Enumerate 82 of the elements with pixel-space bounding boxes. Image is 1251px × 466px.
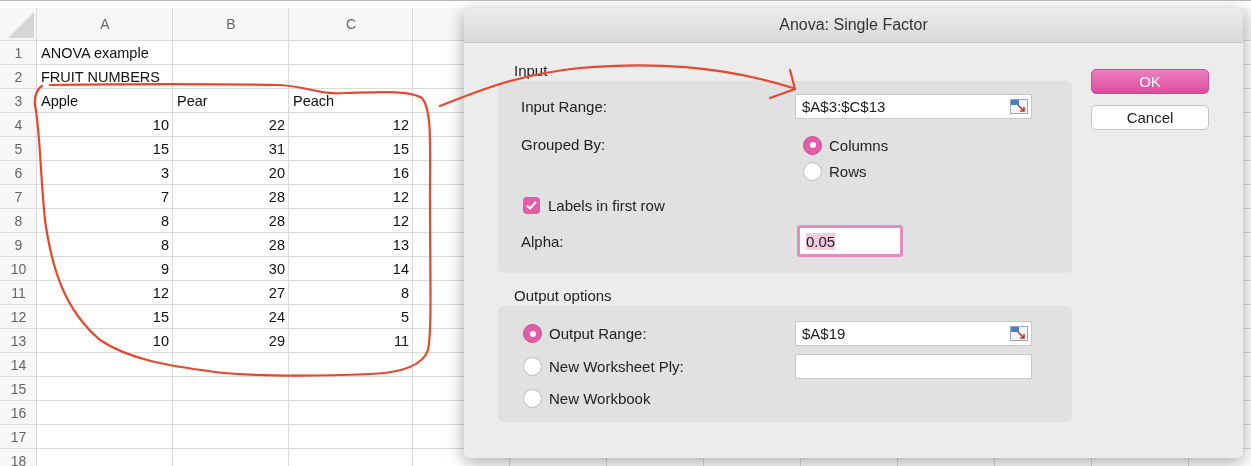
checkmark-icon [526,200,537,210]
radio-label[interactable]: Output Range: [549,325,647,342]
row-header[interactable]: 2 [0,65,37,89]
table-cell-text: 27 [267,283,286,303]
row-header[interactable]: 11 [0,281,37,305]
row-header[interactable]: 8 [0,209,37,233]
table-cell-text: 8 [399,283,410,303]
input-range-field[interactable]: $A$3:$C$13 [795,94,1032,119]
table-cell-text: 12 [151,283,170,303]
row-header[interactable]: 4 [0,113,37,137]
checkbox[interactable] [523,196,540,214]
table-cell-text: 20 [267,163,286,183]
row-header[interactable]: 16 [0,401,37,425]
radio-button[interactable] [523,388,542,408]
row-header[interactable]: 9 [0,233,37,257]
table-cell-text: 12 [391,187,410,207]
table-cell-text: 30 [267,259,286,279]
field-label: Input Range: [521,98,608,115]
row-header[interactable]: 13 [0,329,37,353]
table-cell-text: 7 [159,187,170,207]
table-cell-text: Pear [176,91,209,111]
row-header[interactable]: 7 [0,185,37,209]
dialog-title: Anova: Single Factor [779,16,928,34]
row-header[interactable]: 14 [0,353,37,377]
table-cell-text: 28 [267,235,286,255]
field-label: Alpha: [521,232,565,250]
table-cell-text: 14 [391,259,410,279]
radio-label[interactable]: Rows [829,162,867,180]
column-header[interactable]: B [173,8,289,41]
table-cell-text: 5 [399,307,410,327]
table-cell-text: 31 [267,139,286,159]
table-cell-text: Peach [292,91,336,111]
radio-button[interactable] [523,324,542,343]
row-header[interactable]: 5 [0,137,37,161]
field-label: Grouped By: [521,136,607,153]
worksheet-name-field[interactable] [795,354,1032,379]
row-header[interactable]: 18 [0,449,37,466]
range-picker-icon[interactable] [1010,99,1028,114]
table-cell-text: 15 [151,139,170,159]
radio-button[interactable] [803,161,822,181]
table-cell-text: 12 [391,211,410,231]
alpha-field[interactable]: 0.05 [797,225,903,257]
table-cell-text: 15 [391,139,410,159]
radio-button[interactable] [803,135,822,155]
row-header[interactable]: 17 [0,425,37,449]
table-cell-text: 9 [159,259,170,279]
table-cell-text: 11 [392,331,410,351]
row-header[interactable]: 10 [0,257,37,281]
table-cell-text: 10 [151,331,170,351]
table-cell-text: 22 [267,115,286,135]
table-cell-text: 24 [267,307,286,327]
table-cell-text: 3 [159,163,170,183]
row-header[interactable]: 1 [0,41,37,65]
checkbox-label[interactable]: Labels in first row [548,196,665,214]
table-cell-text: 29 [267,331,286,351]
output-range-field[interactable]: $A$19 [795,321,1032,346]
row-header[interactable]: 6 [0,161,37,185]
row-header[interactable]: 12 [0,305,37,329]
table-cell-text: 28 [267,211,286,231]
table-cell-text: FRUIT NUMBERS [40,67,161,87]
table-cell-text: ANOVA example [40,43,150,63]
table-cell-text: 10 [151,115,170,135]
range-picker-icon[interactable] [1010,326,1028,341]
radio-label[interactable]: Columns [829,136,889,154]
table-cell-text: Apple [40,91,80,111]
table-cell-text: 8 [159,235,170,255]
table-cell-text: 12 [391,115,410,135]
column-header[interactable]: A [37,8,173,41]
cancel-button[interactable]: Cancel [1091,105,1209,130]
table-cell-text: 15 [151,307,170,327]
radio-label[interactable]: New Workbook [549,389,651,407]
table-cell-text: 8 [159,211,170,231]
ok-button[interactable]: OK [1091,69,1209,94]
row-header[interactable]: 3 [0,89,37,113]
table-cell-text: 16 [391,163,410,183]
row-header[interactable]: 15 [0,377,37,401]
radio-button[interactable] [523,357,542,376]
section-heading: Output options [514,287,613,305]
table-cell-text: 28 [267,187,286,207]
column-header[interactable]: C [289,8,413,41]
table-cell-text: 13 [391,235,410,255]
radio-label[interactable]: New Worksheet Ply: [549,358,684,375]
